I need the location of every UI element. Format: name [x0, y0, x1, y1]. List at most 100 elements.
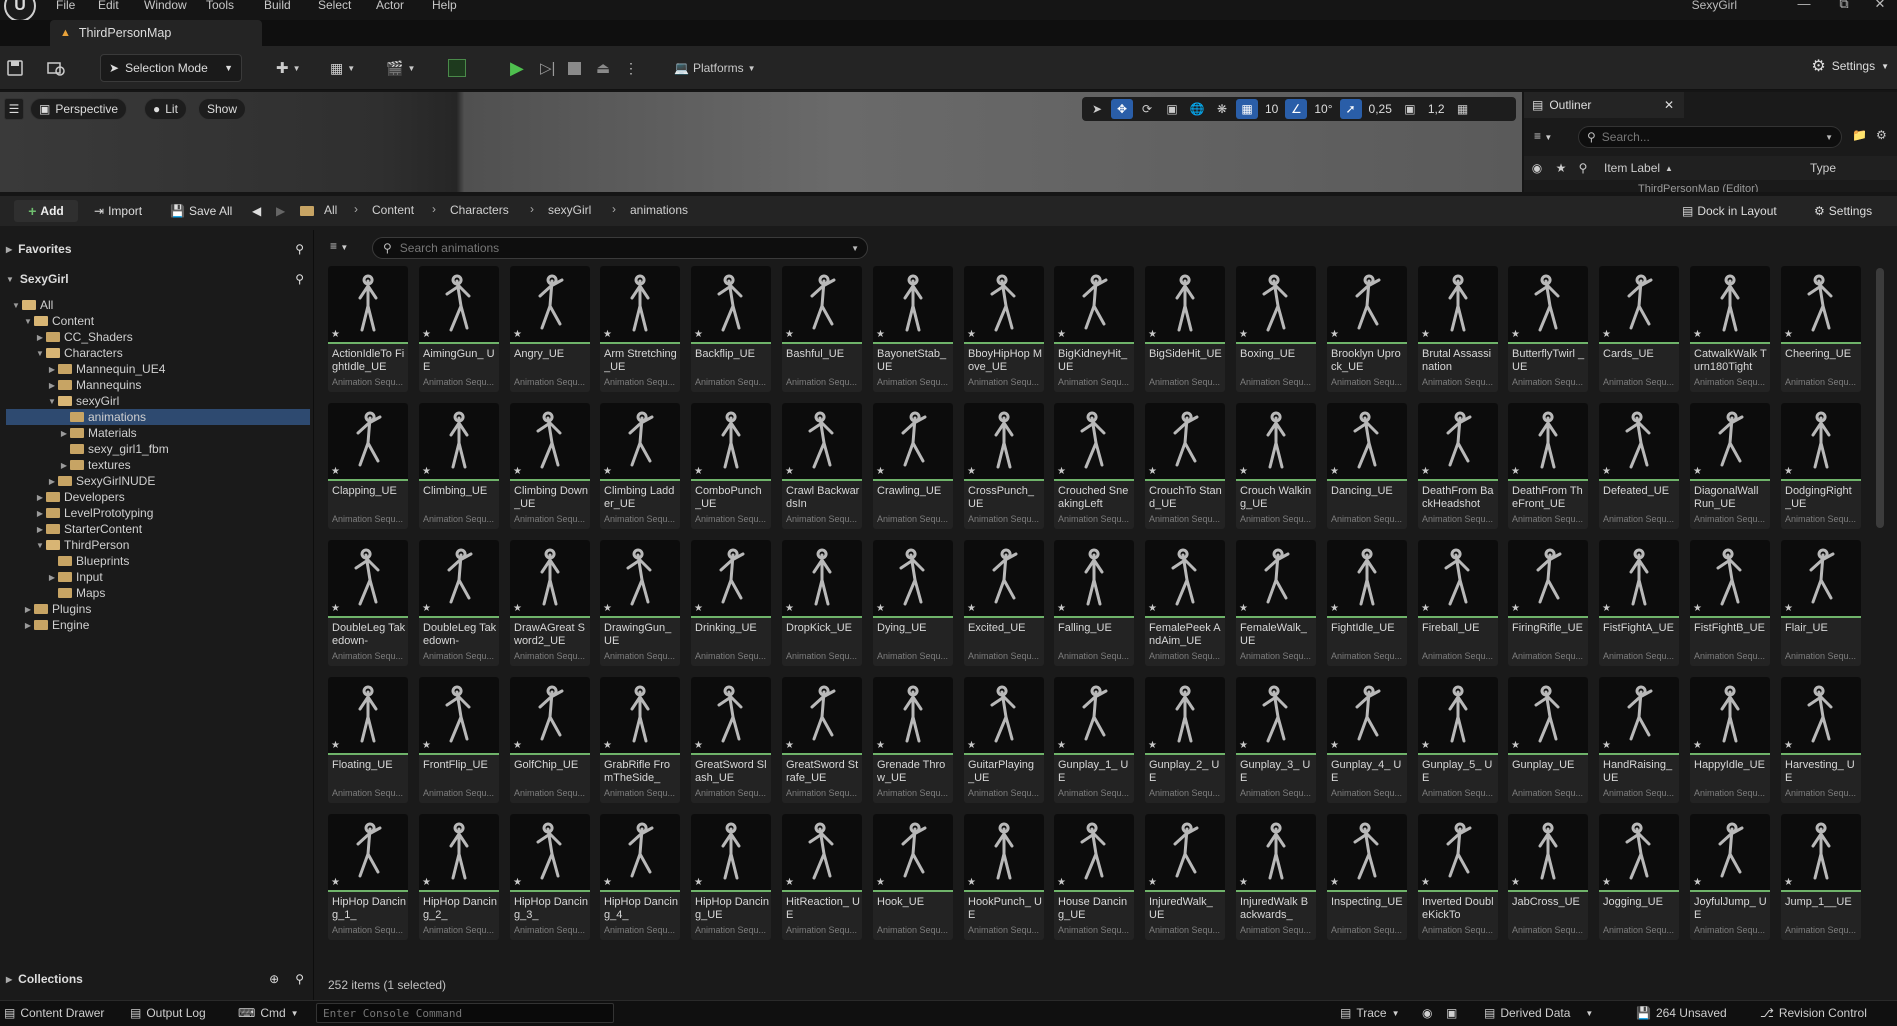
- camera-speed-value[interactable]: 1,2: [1424, 102, 1449, 116]
- selection-mode-dropdown[interactable]: ➤ Selection Mode ▼: [100, 54, 242, 82]
- asset-tile[interactable]: ★ BayonetStab_ UE Animation Sequ...: [873, 266, 953, 392]
- menu-item-edit[interactable]: Edit: [98, 0, 119, 12]
- favorite-star-icon[interactable]: ★: [1784, 329, 1793, 340]
- favorite-star-icon[interactable]: ★: [1693, 740, 1702, 751]
- tree-folder-thirdperson[interactable]: ▼ ThirdPerson: [6, 537, 310, 553]
- favorite-star-icon[interactable]: ★: [1239, 877, 1248, 888]
- eye-icon[interactable]: ◉: [1524, 161, 1550, 175]
- asset-tile[interactable]: ★ CrossPunch_ UE Animation Sequ...: [964, 403, 1044, 529]
- favorite-star-icon[interactable]: ★: [422, 740, 431, 751]
- tree-folder-blueprints[interactable]: Blueprints: [6, 553, 310, 569]
- asset-tile[interactable]: ★ Crawling_UE Animation Sequ...: [873, 403, 953, 529]
- favorite-star-icon[interactable]: ★: [1330, 466, 1339, 477]
- asset-tile[interactable]: ★ Falling_UE Animation Sequ...: [1054, 540, 1134, 666]
- favorite-star-icon[interactable]: ★: [785, 877, 794, 888]
- outliner-search-input[interactable]: ⚲ Search... ▼: [1578, 126, 1842, 148]
- asset-tile[interactable]: ★ GolfChip_UE Animation Sequ...: [510, 677, 590, 803]
- asset-tile[interactable]: ★ Arm Stretching_UE Animation Sequ...: [600, 266, 680, 392]
- camera-icon[interactable]: ▣: [1446, 1006, 1457, 1020]
- chevron-right-icon[interactable]: ▶: [46, 477, 58, 486]
- restore-icon[interactable]: ⧉: [1824, 0, 1864, 14]
- asset-tile[interactable]: ★ FemalePeek AndAim_UE Animation Sequ...: [1145, 540, 1225, 666]
- tree-folder-characters[interactable]: ▼ Characters: [6, 345, 310, 361]
- world-space-icon[interactable]: 🌐: [1186, 99, 1208, 119]
- asset-tile[interactable]: ★ DrawingGun_ UE Animation Sequ...: [600, 540, 680, 666]
- favorite-star-icon[interactable]: ★: [876, 877, 885, 888]
- tree-folder-engine[interactable]: ▶ Engine: [6, 617, 310, 633]
- grid-snap-value[interactable]: 10: [1261, 102, 1282, 116]
- favorite-star-icon[interactable]: ★: [1693, 466, 1702, 477]
- favorite-star-icon[interactable]: ★: [603, 603, 612, 614]
- asset-tile[interactable]: ★ Jump_1__UE Animation Sequ...: [1781, 814, 1861, 940]
- favorite-star-icon[interactable]: ★: [1511, 329, 1520, 340]
- cmd-dropdown[interactable]: ⌨ Cmd ▼: [238, 1006, 299, 1020]
- asset-tile[interactable]: ★ Gunplay_4_ UE Animation Sequ...: [1327, 677, 1407, 803]
- asset-tile[interactable]: ★ InjuredWalk Backwards_ Animation Sequ...: [1236, 814, 1316, 940]
- asset-tile[interactable]: ★ Dancing_UE Animation Sequ...: [1327, 403, 1407, 529]
- chevron-right-icon[interactable]: ▶: [46, 573, 58, 582]
- asset-tile[interactable]: ★ GreatSword Slash_UE Animation Sequ...: [691, 677, 771, 803]
- chevron-down-icon[interactable]: ▼: [46, 397, 58, 406]
- favorite-star-icon[interactable]: ★: [967, 877, 976, 888]
- save-all-button[interactable]: 💾 Save All: [170, 201, 232, 221]
- tree-folder-sexy-girl1-fbm[interactable]: sexy_girl1_fbm: [6, 441, 310, 457]
- add-collection-icon[interactable]: ⊕: [269, 972, 279, 986]
- favorite-star-icon[interactable]: ★: [331, 740, 340, 751]
- save-icon[interactable]: [6, 55, 24, 81]
- tree-folder-textures[interactable]: ▶ textures: [6, 457, 310, 473]
- translate-tool-icon[interactable]: ✥: [1111, 99, 1133, 119]
- camera-speed-icon[interactable]: ▣: [1399, 99, 1421, 119]
- tree-folder-animations[interactable]: animations: [6, 409, 310, 425]
- favorite-star-icon[interactable]: ★: [967, 603, 976, 614]
- chevron-right-icon[interactable]: ▶: [22, 621, 34, 630]
- breadcrumb-sexygirl[interactable]: sexyGirl: [548, 203, 591, 217]
- project-header[interactable]: ▼ SexyGirl ⚲: [6, 266, 310, 292]
- tree-folder-all[interactable]: ▼ All: [6, 297, 310, 313]
- asset-tile[interactable]: ★ Cards_UE Animation Sequ...: [1599, 266, 1679, 392]
- scale-snap-value[interactable]: 0,25: [1365, 102, 1396, 116]
- favorite-star-icon[interactable]: ★: [1148, 603, 1157, 614]
- cinematics-icon[interactable]: 🎬 ▼: [386, 55, 415, 81]
- asset-tile[interactable]: ★ HandRaising_ UE Animation Sequ...: [1599, 677, 1679, 803]
- favorite-star-icon[interactable]: ★: [1239, 603, 1248, 614]
- favorite-star-icon[interactable]: ★: [1057, 603, 1066, 614]
- favorite-star-icon[interactable]: ★: [1511, 877, 1520, 888]
- chevron-right-icon[interactable]: ▶: [34, 493, 46, 502]
- favorite-star-icon[interactable]: ★: [1784, 603, 1793, 614]
- content-icon[interactable]: [46, 55, 66, 81]
- favorite-star-icon[interactable]: ★: [1239, 329, 1248, 340]
- add-actor-icon[interactable]: ✚ ▼: [276, 55, 301, 81]
- asset-tile[interactable]: ★ Backflip_UE Animation Sequ...: [691, 266, 771, 392]
- chevron-right-icon[interactable]: ▶: [58, 461, 70, 470]
- asset-tile[interactable]: ★ CatwalkWalk Turn180Tight Animation Sequ.…: [1690, 266, 1770, 392]
- pin-icon[interactable]: ⚲: [1572, 161, 1594, 175]
- favorite-star-icon[interactable]: ★: [876, 603, 885, 614]
- asset-tile[interactable]: ★ Drinking_UE Animation Sequ...: [691, 540, 771, 666]
- menu-item-help[interactable]: Help: [432, 0, 457, 12]
- asset-tile[interactable]: ★ HipHop Dancing_UE Animation Sequ...: [691, 814, 771, 940]
- asset-tile[interactable]: ★ Flair_UE Animation Sequ...: [1781, 540, 1861, 666]
- asset-tile[interactable]: ★ DoubleLeg Takedown- Animation Sequ...: [328, 540, 408, 666]
- tree-folder-startercontent[interactable]: ▶ StarterContent: [6, 521, 310, 537]
- favorite-star-icon[interactable]: ★: [876, 329, 885, 340]
- scale-tool-icon[interactable]: ▣: [1161, 99, 1183, 119]
- favorite-star-icon[interactable]: ★: [1057, 466, 1066, 477]
- show-button[interactable]: Show: [198, 98, 247, 120]
- favorite-star-icon[interactable]: ★: [1784, 466, 1793, 477]
- asset-tile[interactable]: ★ Floating_UE Animation Sequ...: [328, 677, 408, 803]
- gear-icon[interactable]: ⚙: [1876, 128, 1887, 142]
- chevron-right-icon[interactable]: ▶: [46, 381, 58, 390]
- select-tool-icon[interactable]: ➤: [1086, 99, 1108, 119]
- step-icon[interactable]: ▷|: [540, 55, 555, 81]
- import-button[interactable]: ⇥ Import: [94, 201, 142, 221]
- asset-tile[interactable]: ★ Gunplay_5_ UE Animation Sequ...: [1418, 677, 1498, 803]
- asset-tile[interactable]: ★ DeathFrom BackHeadshot Animation Sequ...: [1418, 403, 1498, 529]
- favorite-star-icon[interactable]: ★: [513, 740, 522, 751]
- favorite-star-icon[interactable]: ★: [513, 329, 522, 340]
- forward-icon[interactable]: ▶: [276, 201, 285, 221]
- favorite-star-icon[interactable]: ★: [785, 740, 794, 751]
- favorite-star-icon[interactable]: ★: [1148, 740, 1157, 751]
- asset-tile[interactable]: ★ Hook_UE Animation Sequ...: [873, 814, 953, 940]
- favorite-star-icon[interactable]: ★: [1057, 877, 1066, 888]
- search-icon[interactable]: ⚲: [295, 272, 304, 286]
